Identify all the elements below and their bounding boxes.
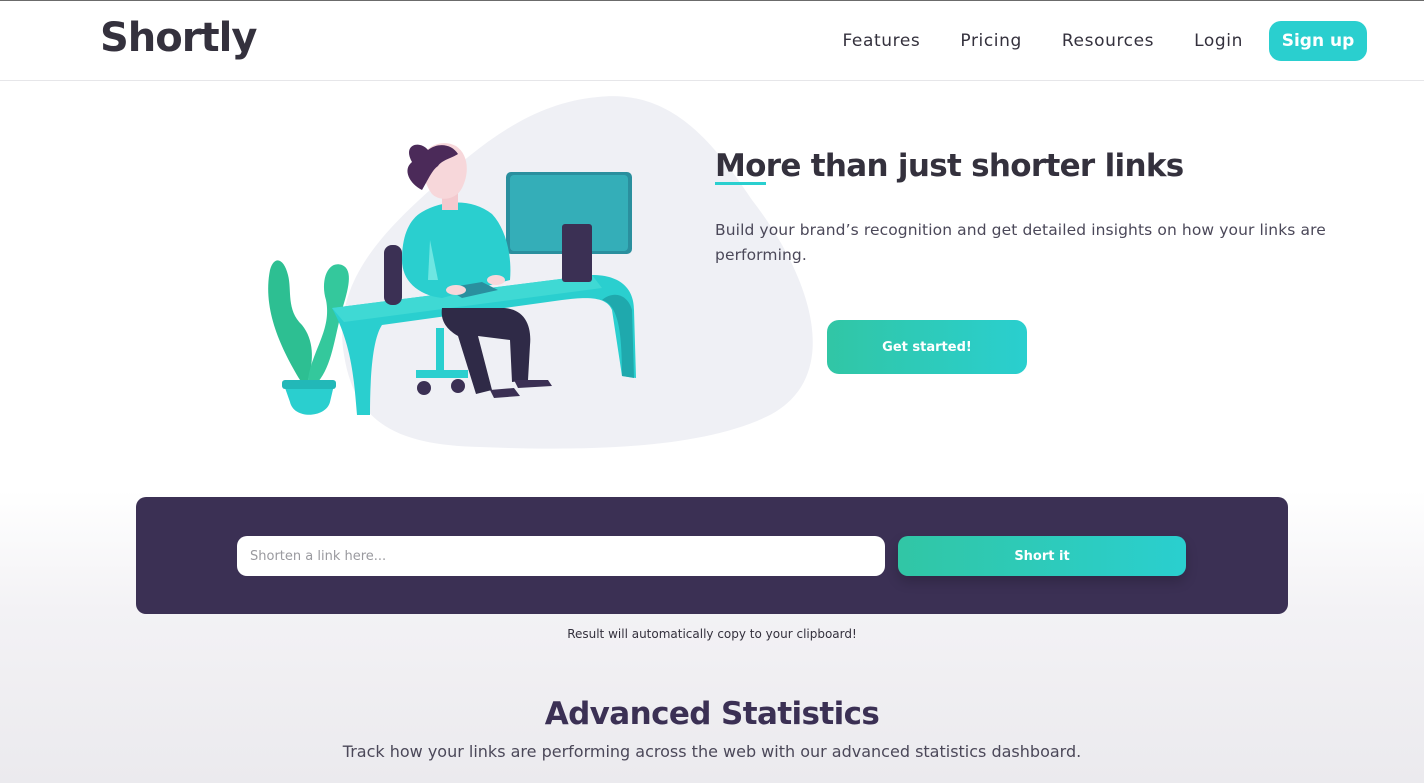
short-it-button[interactable]: Short it <box>898 536 1186 576</box>
plant-pot <box>284 385 334 415</box>
site-header: Shortly Features Pricing Resources Login… <box>0 1 1424 81</box>
hero-title: More than just shorter links <box>715 148 1184 184</box>
link-input[interactable] <box>237 536 885 576</box>
main-nav: Features Pricing Resources Login Sign up <box>842 21 1367 61</box>
nav-login-link[interactable]: Login <box>1194 31 1243 51</box>
nav-resources-link[interactable]: Resources <box>1062 31 1154 51</box>
nav-features-link[interactable]: Features <box>842 31 920 51</box>
nav-pricing-link[interactable]: Pricing <box>960 31 1022 51</box>
clipboard-note: Result will automatically copy to your c… <box>567 627 857 641</box>
link-shortener-panel: Short it <box>136 497 1288 614</box>
statistics-description: Track how your links are performing acro… <box>342 742 1082 761</box>
hero-description: Build your brand’s recognition and get d… <box>715 221 1326 264</box>
plant-leaf-left <box>268 260 312 380</box>
statistics-title: Advanced Statistics <box>544 696 880 732</box>
monitor-stand <box>562 224 592 282</box>
person-working-illustration <box>268 143 636 415</box>
chair-back <box>384 245 402 305</box>
logo[interactable]: Shortly <box>100 15 257 61</box>
signup-button[interactable]: Sign up <box>1269 21 1367 61</box>
hero-title-underline <box>715 182 766 185</box>
get-started-button[interactable]: Get started! <box>827 320 1027 374</box>
